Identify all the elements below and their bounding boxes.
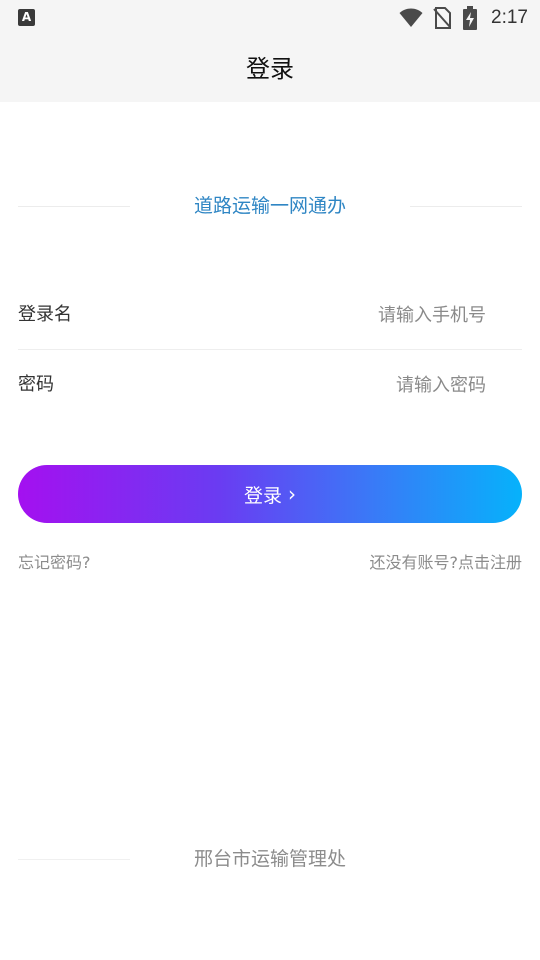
footer-organization: 邢台市运输管理处 — [193, 848, 346, 870]
brand-row: 道路运输一网通办 — [0, 186, 540, 226]
password-label: 密码 — [18, 374, 54, 395]
a-icon: A — [18, 9, 35, 26]
username-label: 登录名 — [18, 304, 72, 325]
title-bar: 登录 — [0, 36, 540, 102]
login-button-label: 登录 — [243, 484, 282, 507]
status-time: 2:17 — [491, 7, 528, 28]
username-input[interactable] — [266, 295, 486, 335]
battery-charging-icon — [463, 6, 478, 30]
no-sim-icon — [433, 7, 452, 29]
register-link[interactable]: 还没有账号?点击注册 — [370, 550, 523, 576]
footer: 邢台市运输管理处 — [0, 840, 540, 878]
brand-title: 道路运输一网通办 — [193, 195, 346, 217]
status-bar: A 2:17 — [0, 0, 540, 36]
page-title: 登录 — [246, 55, 294, 83]
username-row: 登录名 — [18, 281, 522, 350]
forgot-password-link[interactable]: 忘记密码? — [18, 550, 91, 576]
login-screen: A 2:17 登录 道路运输一网通办 登录名 请输入手机号 密码 登录 › 忘记… — [0, 0, 540, 960]
chevron-right-icon: › — [288, 482, 296, 506]
login-button[interactable]: 登录 › — [18, 465, 522, 523]
password-row: 密码 — [18, 351, 522, 419]
wifi-icon — [399, 8, 423, 27]
status-icons: 2:17 — [399, 4, 528, 32]
password-input[interactable] — [266, 365, 486, 405]
